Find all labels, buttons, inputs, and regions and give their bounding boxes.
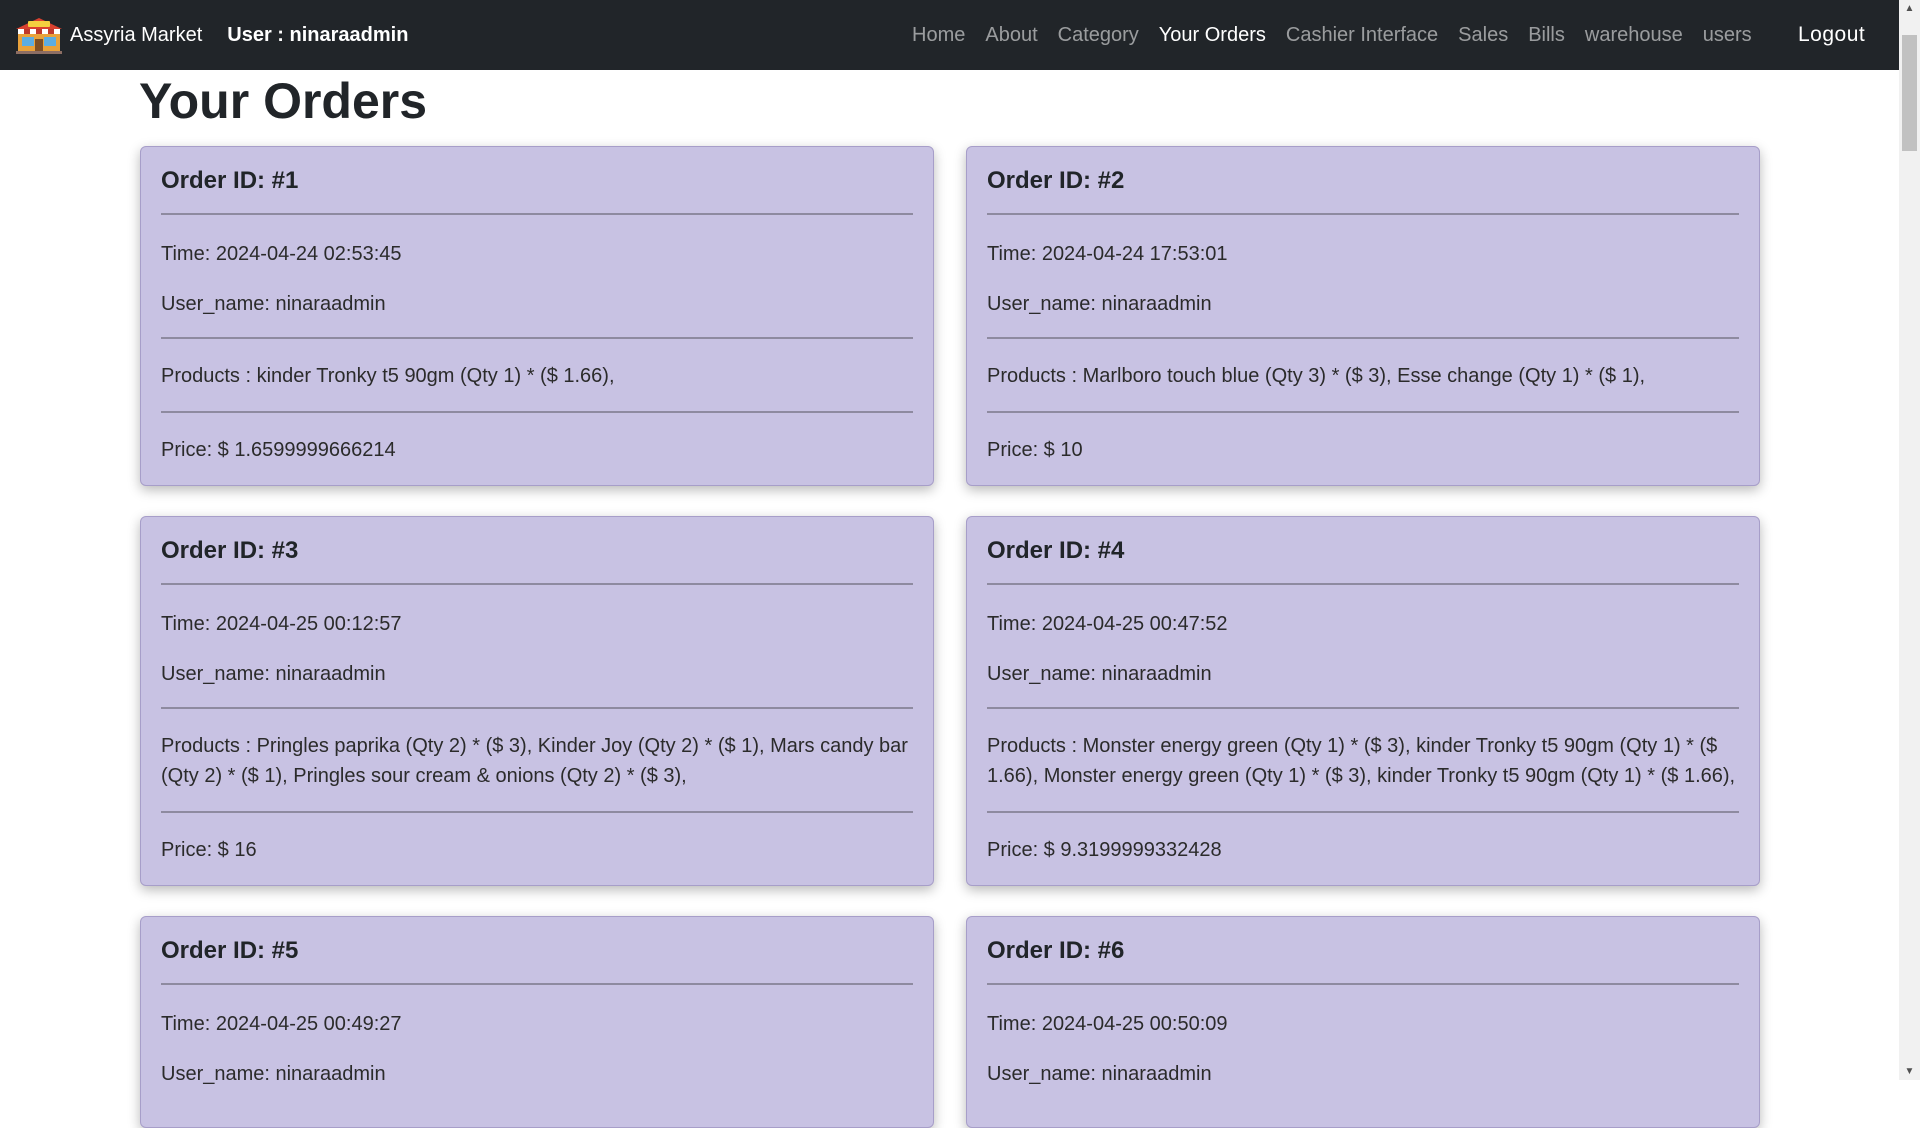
nav-link-cashier-interface[interactable]: Cashier Interface bbox=[1286, 24, 1438, 47]
divider bbox=[161, 811, 913, 813]
divider bbox=[161, 983, 913, 985]
nav-link-bills[interactable]: Bills bbox=[1528, 24, 1565, 47]
order-card: Order ID: #5 Time: 2024-04-25 00:49:27 U… bbox=[140, 916, 934, 1128]
order-card: Order ID: #1 Time: 2024-04-24 02:53:45 U… bbox=[140, 146, 934, 486]
order-products: Products : Marlboro touch blue (Qty 3) *… bbox=[987, 365, 1646, 387]
orders-grid: Order ID: #1 Time: 2024-04-24 02:53:45 U… bbox=[140, 146, 1760, 1128]
divider bbox=[987, 583, 1739, 585]
divider bbox=[987, 337, 1739, 339]
nav-link-warehouse[interactable]: warehouse bbox=[1585, 24, 1683, 47]
scroll-down-arrow-icon[interactable]: ▼ bbox=[1899, 1063, 1920, 1080]
order-products: Products : Pringles paprika (Qty 2) * ($… bbox=[161, 735, 908, 787]
order-username: User_name: ninaraadmin bbox=[161, 1063, 386, 1085]
divider bbox=[161, 411, 913, 413]
order-time: Time: 2024-04-25 00:12:57 bbox=[161, 613, 402, 635]
order-time: Time: 2024-04-25 00:50:09 bbox=[987, 1013, 1228, 1035]
order-username: User_name: ninaraadmin bbox=[987, 663, 1212, 685]
scroll-up-arrow-icon[interactable]: ▲ bbox=[1899, 0, 1920, 17]
divider bbox=[161, 707, 913, 709]
order-price: Price: $ 16 bbox=[161, 839, 257, 861]
current-user-label: User : ninaraadmin bbox=[227, 23, 409, 46]
order-id: Order ID: #2 bbox=[987, 167, 1125, 194]
order-id: Order ID: #3 bbox=[161, 537, 299, 564]
nav-link-sales[interactable]: Sales bbox=[1458, 24, 1508, 47]
order-time: Time: 2024-04-25 00:49:27 bbox=[161, 1013, 402, 1035]
order-username: User_name: ninaraadmin bbox=[987, 293, 1212, 315]
nav-link-home[interactable]: Home bbox=[912, 24, 965, 47]
scrollbar-thumb[interactable] bbox=[1902, 35, 1917, 151]
nav-links: Home About Category Your Orders Cashier … bbox=[912, 0, 1772, 70]
divider bbox=[161, 213, 913, 215]
logout-button[interactable]: Logout bbox=[1798, 0, 1865, 70]
divider bbox=[987, 707, 1739, 709]
brand[interactable]: Assyria Market bbox=[14, 15, 202, 55]
order-time: Time: 2024-04-24 02:53:45 bbox=[161, 243, 402, 265]
order-card: Order ID: #2 Time: 2024-04-24 17:53:01 U… bbox=[966, 146, 1760, 486]
order-price: Price: $ 10 bbox=[987, 439, 1083, 461]
order-price: Price: $ 9.3199999332428 bbox=[987, 839, 1222, 861]
nav-link-users[interactable]: users bbox=[1703, 24, 1752, 47]
order-username: User_name: ninaraadmin bbox=[161, 663, 386, 685]
order-products: Products : Monster energy green (Qty 1) … bbox=[987, 735, 1736, 787]
market-logo-icon bbox=[16, 18, 62, 54]
vertical-scrollbar[interactable]: ▲ ▼ bbox=[1899, 0, 1920, 1080]
nav-link-category[interactable]: Category bbox=[1058, 24, 1139, 47]
order-card: Order ID: #6 Time: 2024-04-25 00:50:09 U… bbox=[966, 916, 1760, 1128]
order-price: Price: $ 1.6599999666214 bbox=[161, 439, 396, 461]
brand-name: Assyria Market bbox=[70, 23, 203, 46]
top-navbar: Assyria Market User : ninaraadmin Home A… bbox=[0, 0, 1899, 70]
divider bbox=[987, 213, 1739, 215]
order-card: Order ID: #3 Time: 2024-04-25 00:12:57 U… bbox=[140, 516, 934, 886]
divider bbox=[161, 337, 913, 339]
nav-link-about[interactable]: About bbox=[985, 24, 1037, 47]
order-username: User_name: ninaraadmin bbox=[161, 293, 386, 315]
order-products: Products : kinder Tronky t5 90gm (Qty 1)… bbox=[161, 365, 615, 387]
order-id: Order ID: #6 bbox=[987, 937, 1125, 964]
divider bbox=[987, 983, 1739, 985]
order-card: Order ID: #4 Time: 2024-04-25 00:47:52 U… bbox=[966, 516, 1760, 886]
divider bbox=[987, 411, 1739, 413]
order-time: Time: 2024-04-24 17:53:01 bbox=[987, 243, 1228, 265]
order-id: Order ID: #5 bbox=[161, 937, 299, 964]
order-username: User_name: ninaraadmin bbox=[987, 1063, 1212, 1085]
nav-link-your-orders[interactable]: Your Orders bbox=[1159, 24, 1266, 47]
order-id: Order ID: #1 bbox=[161, 167, 299, 194]
order-time: Time: 2024-04-25 00:47:52 bbox=[987, 613, 1228, 635]
divider bbox=[987, 811, 1739, 813]
page-title: Your Orders bbox=[139, 73, 428, 129]
order-id: Order ID: #4 bbox=[987, 537, 1125, 564]
divider bbox=[161, 583, 913, 585]
